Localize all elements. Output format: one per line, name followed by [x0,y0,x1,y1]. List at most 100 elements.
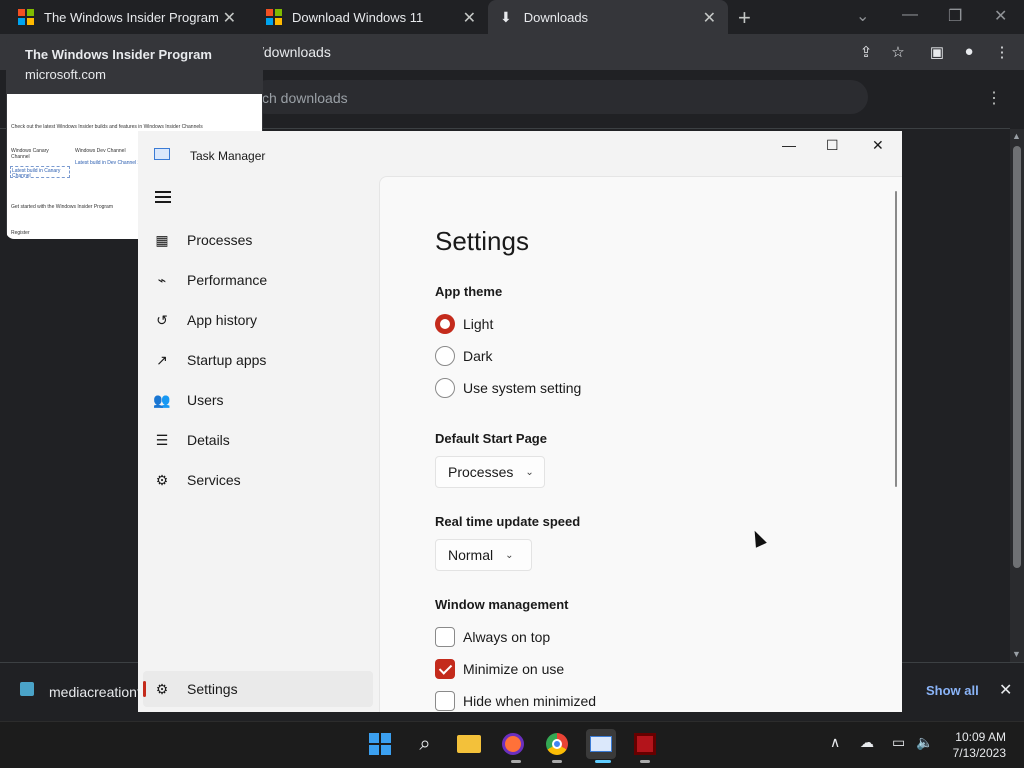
update-speed-heading: Real time update speed [435,514,581,529]
checkbox-label: Always on top [463,629,551,645]
default-start-page-dropdown[interactable]: Processes ⌄ [435,456,545,488]
clock-date: 7/13/2023 [952,746,1006,760]
close-tab-icon[interactable]: ✕ [703,8,716,28]
tab-download-windows-11[interactable]: Download Windows 11 ✕ [248,0,488,34]
tab-windows-insider[interactable]: The Windows Insider Program ✕ [0,0,248,34]
always-on-top-checkbox[interactable]: Always on top [435,627,550,647]
active-indicator [640,760,650,763]
file-explorer-icon[interactable] [456,731,482,757]
hamburger-menu-icon[interactable] [155,191,171,203]
microsoft-logo-icon [18,9,34,25]
nav-label: Settings [187,681,238,697]
thumb-text: Channel [11,154,30,160]
close-tab-icon[interactable]: ✕ [223,8,236,28]
close-tab-icon[interactable]: ✕ [463,8,476,28]
tab-title: Download Windows 11 [292,9,424,25]
scroll-down-arrow-icon[interactable]: ▼ [1012,649,1021,659]
menu-kebab-icon[interactable]: ⋮ [993,43,1011,61]
hide-when-minimized-checkbox[interactable]: Hide when minimized [435,691,596,711]
search-icon[interactable]: ⌕ [412,731,438,757]
performance-icon: ⌁ [157,272,167,288]
checkbox-label: Minimize on use [463,661,565,677]
bookmark-star-icon[interactable]: ☆ [889,43,907,61]
network-icon[interactable]: ▭ [892,734,905,751]
checkbox-label: Hide when minimized [463,693,597,709]
theme-system-radio[interactable]: Use system setting [435,378,581,398]
hover-card-title: The Windows Insider Program [25,47,212,62]
chrome-icon[interactable] [544,731,570,757]
address-bar[interactable]: /downloads [260,44,331,60]
nav-users[interactable]: 👥 Users [143,382,373,418]
radio-label: Use system setting [463,380,582,396]
page-scrollbar-thumb[interactable] [1013,146,1021,568]
nav-performance[interactable]: ⌁ Performance [143,262,373,298]
minimize-window-button[interactable]: — [902,6,918,24]
task-manager-window: Task Manager — ☐ ✕ ▦ Processes ⌁ Perform… [138,131,902,712]
browser-tab-bar: The Windows Insider Program ✕ Download W… [0,0,1024,34]
checkbox-icon [435,627,455,647]
tab-title: Downloads [523,9,589,25]
app-theme-heading: App theme [435,284,503,299]
nav-services[interactable]: ⚙ Services [143,462,373,498]
maximize-button[interactable]: ☐ [826,137,839,154]
download-filename[interactable]: mediacreationto [49,684,149,700]
theme-dark-radio[interactable]: Dark [435,346,493,366]
share-icon[interactable]: ⇪ [857,43,875,61]
dropdown-value: Normal [448,547,494,563]
nav-label: Users [187,392,224,408]
active-indicator [552,760,562,763]
restore-window-button[interactable]: ❐ [948,6,962,26]
scroll-up-arrow-icon[interactable]: ▲ [1012,131,1021,141]
side-panel-icon[interactable]: ▣ [928,43,946,61]
gear-icon: ⚙ [155,681,169,697]
nav-processes[interactable]: ▦ Processes [143,222,373,258]
minimize-on-use-checkbox[interactable]: Minimize on use [435,659,564,679]
downloads-menu-icon[interactable]: ⋮ [986,88,1002,108]
firefox-icon[interactable] [500,731,526,757]
close-button[interactable]: ✕ [872,137,884,154]
close-window-button[interactable]: ✕ [994,6,1007,26]
nav-details[interactable]: ☰ Details [143,422,373,458]
dropdown-value: Processes [448,464,514,480]
app-history-icon: ↺ [156,312,168,328]
task-manager-app-icon [154,148,170,160]
page-title: Settings [435,226,529,256]
task-manager-taskbar-icon[interactable] [586,729,616,759]
nav-label: Details [187,432,230,448]
window-title: Task Manager [190,149,266,163]
nav-settings[interactable]: ⚙ Settings [143,671,373,707]
tab-downloads[interactable]: ⬇ Downloads ✕ [488,0,728,34]
theme-light-radio[interactable]: Light [435,314,493,334]
close-download-shelf-icon[interactable]: ✕ [999,680,1012,700]
system-clock[interactable]: 10:09 AM 7/13/2023 [940,729,1006,761]
start-button[interactable] [367,731,393,757]
new-tab-button[interactable]: + [738,5,751,31]
clock-time: 10:09 AM [955,730,1006,744]
settings-scrollbar[interactable] [895,191,897,487]
profile-icon[interactable]: ● [960,43,978,61]
nav-app-history[interactable]: ↺ App history [143,302,373,338]
nav-label: Performance [187,272,268,288]
tab-title: The Windows Insider Program [44,9,219,25]
show-all-downloads-link[interactable]: Show all [926,683,979,698]
minimize-button[interactable]: — [782,137,796,153]
default-start-page-heading: Default Start Page [435,431,547,446]
windows-logo-icon [369,733,391,755]
nav-startup-apps[interactable]: ↗ Startup apps [143,342,373,378]
checkbox-checked-icon [435,659,455,679]
thumb-text: Get started with the Windows Insider Pro… [11,204,113,210]
checkbox-icon [435,691,455,711]
update-speed-dropdown[interactable]: Normal ⌄ [435,539,532,571]
cloud-offline-icon[interactable]: ☁ [860,734,874,751]
nav-label: Services [187,472,241,488]
radio-icon [435,346,455,366]
radio-label: Dark [463,348,493,364]
app-red-icon[interactable] [632,731,658,757]
microsoft-logo-icon [266,9,282,25]
tab-search-icon[interactable]: ⌄ [856,6,869,26]
radio-icon [435,378,455,398]
window-management-heading: Window management [435,597,569,612]
volume-icon[interactable]: 🔈 [916,734,933,751]
hover-card-domain: microsoft.com [25,67,106,82]
tray-overflow-chevron-icon[interactable]: ∧ [830,734,840,751]
